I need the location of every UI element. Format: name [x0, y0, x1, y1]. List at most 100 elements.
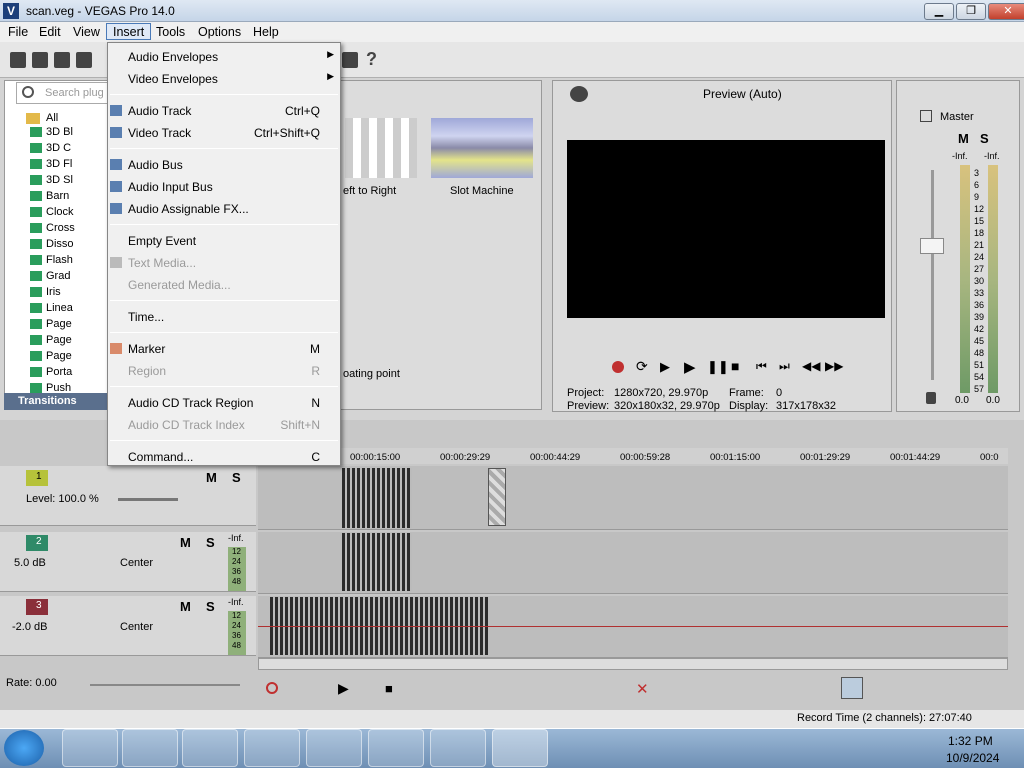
play-icon[interactable]: ▶: [684, 358, 696, 376]
menu-item-command[interactable]: Command... C: [128, 447, 338, 467]
lock-icon[interactable]: [926, 392, 936, 404]
menu-item-audio-cd-track-region[interactable]: Audio CD Track Region N: [128, 393, 338, 413]
save-icon[interactable]: [54, 52, 70, 68]
tree-item[interactable]: Grad: [30, 270, 106, 286]
label-left-to-right: eft to Right: [343, 185, 397, 197]
menu-item-audio-envelopes[interactable]: Audio Envelopes ▶: [128, 47, 338, 67]
preview-mode-dropdown[interactable]: Preview (Auto): [703, 87, 782, 101]
next-frame-icon[interactable]: ▶▶: [825, 359, 843, 373]
timeline-stop-icon[interactable]: ■: [385, 681, 393, 696]
go-to-end-icon[interactable]: ⏭: [779, 359, 790, 374]
menu-item-audio-bus[interactable]: Audio Bus: [110, 155, 338, 175]
menu-item-empty-event[interactable]: Empty Event: [128, 231, 338, 251]
tree-item[interactable]: 3D Bl: [30, 126, 106, 142]
track-3-solo-button[interactable]: S: [206, 599, 215, 614]
menu-file[interactable]: File: [2, 24, 34, 41]
master-fader-handle[interactable]: [920, 238, 944, 254]
delete-icon[interactable]: ✕: [636, 680, 649, 698]
chrome-taskbar-icon[interactable]: [430, 729, 486, 767]
tree-item[interactable]: 3D Fl: [30, 158, 106, 174]
notepad-taskbar-icon[interactable]: [368, 729, 424, 767]
snapping-icon[interactable]: [841, 677, 863, 699]
menu-help[interactable]: Help: [247, 24, 285, 41]
stop-icon[interactable]: ■: [731, 358, 739, 374]
tree-item[interactable]: Iris: [30, 286, 106, 302]
master-mute-button[interactable]: M: [958, 131, 969, 146]
tree-item[interactable]: Page: [30, 334, 106, 350]
menu-item-time[interactable]: Time...: [128, 307, 338, 327]
tree-item[interactable]: Flash: [30, 254, 106, 270]
record-icon[interactable]: [612, 361, 624, 373]
minimize-button[interactable]: ▁: [924, 3, 954, 20]
thumb-slot-machine[interactable]: [431, 118, 533, 178]
tree-item[interactable]: Disso: [30, 238, 106, 254]
video-clip[interactable]: [342, 468, 412, 528]
tree-item[interactable]: Page: [30, 350, 106, 366]
menu-item-audio-track[interactable]: Audio Track Ctrl+Q: [110, 101, 338, 121]
menu-options[interactable]: Options: [192, 24, 247, 41]
explorer-taskbar-icon[interactable]: [182, 729, 238, 767]
menu-item-audio-assignable-fx[interactable]: Audio Assignable FX...: [110, 199, 338, 219]
vegas-app-icon[interactable]: V: [3, 3, 19, 19]
menu-item-label: Audio Track: [128, 104, 192, 118]
timeline-play-icon[interactable]: ▶: [338, 680, 349, 697]
volume-envelope[interactable]: [258, 626, 1008, 627]
ie-taskbar-icon[interactable]: [62, 729, 118, 767]
menu-item-video-envelopes[interactable]: Video Envelopes ▶: [128, 69, 338, 89]
gear-icon[interactable]: [570, 86, 588, 102]
track-3-mute-button[interactable]: M: [180, 599, 191, 614]
tree-item[interactable]: Clock: [30, 206, 106, 222]
help-icon[interactable]: ?: [366, 49, 377, 70]
firefox-taskbar-icon[interactable]: [122, 729, 178, 767]
menu-item-audio-input-bus[interactable]: Audio Input Bus: [110, 177, 338, 197]
tree-item[interactable]: 3D Sl: [30, 174, 106, 190]
rate-slider[interactable]: [90, 684, 240, 686]
tree-item-label: Iris: [46, 286, 61, 298]
menu-edit[interactable]: Edit: [33, 24, 67, 41]
menu-item-marker[interactable]: Marker M: [110, 339, 338, 359]
vegas-taskbar-icon[interactable]: [492, 729, 548, 767]
thumb-left-to-right[interactable]: [345, 118, 417, 178]
menu-view[interactable]: View: [67, 24, 106, 41]
loop-icon[interactable]: ⟳: [636, 358, 648, 375]
track-2-mute-button[interactable]: M: [180, 535, 191, 550]
tree-item[interactable]: Page: [30, 318, 106, 334]
track-1-level-slider[interactable]: [118, 498, 178, 501]
master-title: Master: [940, 111, 974, 123]
tree-item[interactable]: Linea: [30, 302, 106, 318]
close-button[interactable]: ✕: [988, 3, 1024, 20]
maximize-button[interactable]: ❐: [956, 3, 986, 20]
timeline-record-icon[interactable]: [266, 682, 278, 694]
audio-clip-2[interactable]: [342, 533, 412, 591]
tree-item[interactable]: Porta: [30, 366, 106, 382]
menu-item-video-track[interactable]: Video Track Ctrl+Shift+Q: [110, 123, 338, 143]
play-from-start-icon[interactable]: ▶: [660, 359, 670, 375]
app-taskbar-icon[interactable]: [306, 729, 362, 767]
save-as-icon[interactable]: [76, 52, 92, 68]
prev-frame-icon[interactable]: ◀◀: [802, 359, 820, 373]
go-to-start-icon[interactable]: ⏮: [756, 359, 767, 374]
track-2-solo-button[interactable]: S: [206, 535, 215, 550]
tree-root[interactable]: All: [26, 112, 58, 124]
horizontal-scrollbar[interactable]: [258, 658, 1008, 670]
tree-item[interactable]: Barn: [30, 190, 106, 206]
start-button[interactable]: [4, 730, 44, 766]
master-solo-button[interactable]: S: [980, 131, 989, 146]
menu-tools[interactable]: Tools: [150, 24, 191, 41]
media-taskbar-icon[interactable]: [244, 729, 300, 767]
track-1-mute-button[interactable]: M: [206, 470, 217, 485]
tab-transitions[interactable]: Transitions: [4, 393, 108, 410]
open-icon[interactable]: [32, 52, 48, 68]
tree-item[interactable]: 3D C: [30, 142, 106, 158]
menu-insert[interactable]: Insert: [106, 23, 152, 40]
transition-icon: [30, 383, 42, 394]
trim-icon[interactable]: [342, 52, 358, 68]
track-1-level: Level: 100.0 %: [26, 493, 99, 505]
video-clip-transparent[interactable]: [488, 468, 506, 526]
tree-item[interactable]: Cross: [30, 222, 106, 238]
meter-scale-tick: 48: [974, 348, 985, 358]
track-1-solo-button[interactable]: S: [232, 470, 241, 485]
tree-item-label: Flash: [46, 254, 73, 266]
pause-icon[interactable]: ❚❚: [707, 359, 729, 375]
new-project-icon[interactable]: [10, 52, 26, 68]
